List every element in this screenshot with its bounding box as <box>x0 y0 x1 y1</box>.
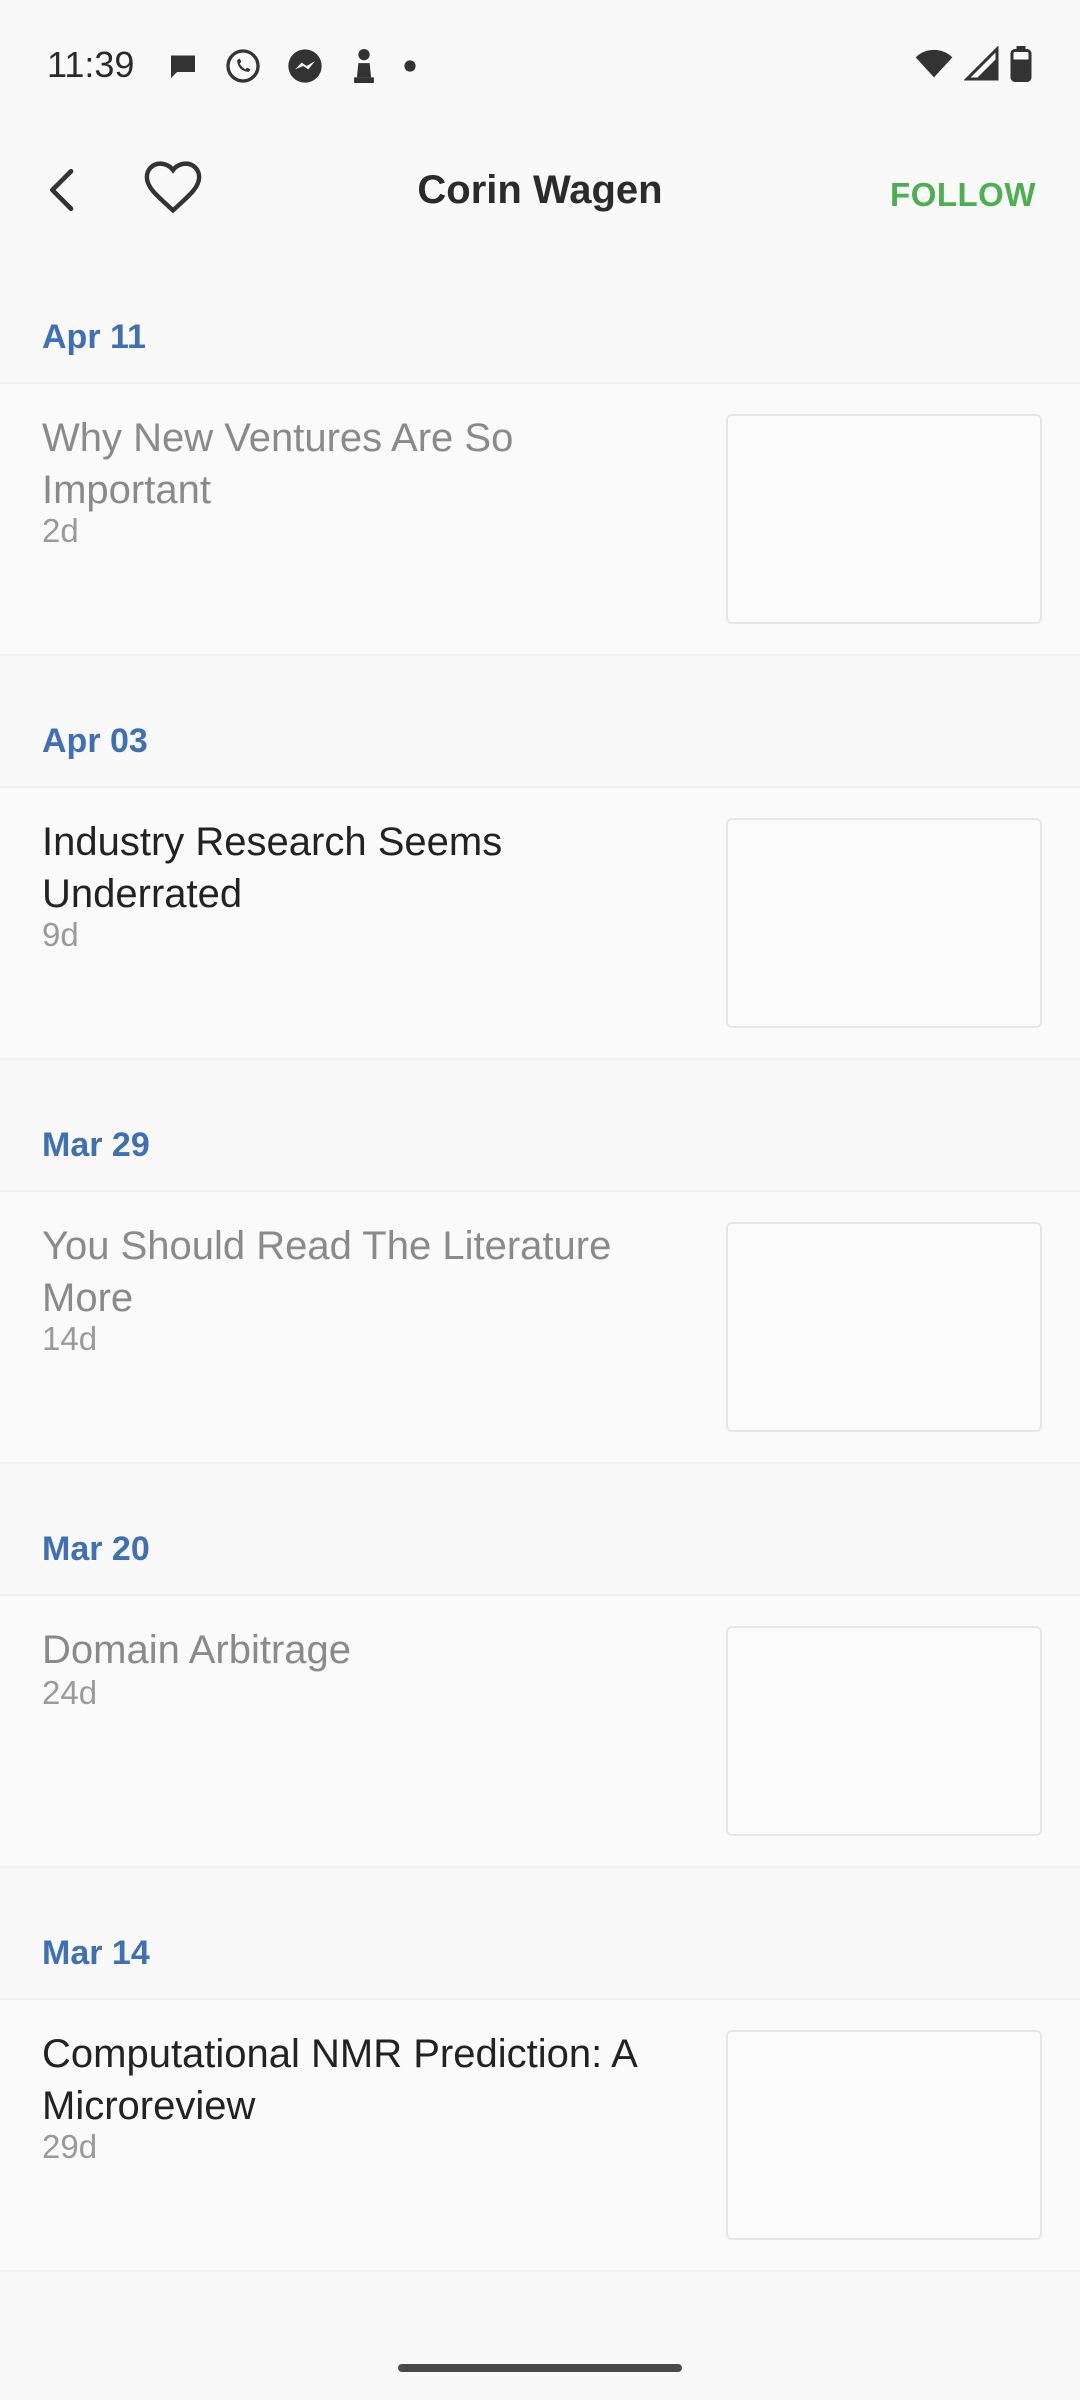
article-card[interactable]: Computational NMR Prediction: A Microrev… <box>0 1998 1080 2272</box>
article-card[interactable]: Why New Ventures Are So Important 2d <box>0 382 1080 656</box>
app-bar: Corin Wagen FOLLOW <box>0 140 1080 240</box>
article-card[interactable]: Domain Arbitrage 24d <box>0 1594 1080 1868</box>
wifi-icon <box>915 49 953 78</box>
article-thumbnail <box>726 2030 1042 2240</box>
date-group: Mar 20 Domain Arbitrage 24d <box>0 1512 1080 1916</box>
article-title: Computational NMR Prediction: A Microrev… <box>42 2032 636 2128</box>
signal-icon <box>964 46 999 81</box>
date-group: Mar 29 You Should Read The Literature Mo… <box>0 1108 1080 1512</box>
article-card[interactable]: Industry Research Seems Underrated 9d <box>0 786 1080 1060</box>
article-age: 2d <box>42 512 79 549</box>
system-icons <box>914 46 1032 82</box>
article-card[interactable]: You Should Read The Literature More 14d <box>0 1190 1080 1464</box>
article-age: 9d <box>42 916 79 953</box>
date-header: Apr 11 <box>42 318 146 356</box>
article-title: Why New Ventures Are So Important <box>42 416 514 512</box>
article-thumbnail <box>726 1222 1042 1432</box>
date-group: Mar 14 Computational NMR Prediction: A M… <box>0 1916 1080 2320</box>
messenger-icon <box>288 49 322 83</box>
home-indicator[interactable] <box>398 2364 682 2372</box>
dot-icon <box>404 60 416 72</box>
date-header: Mar 14 <box>42 1934 150 1972</box>
article-age: 24d <box>42 1674 98 1711</box>
date-group: Apr 03 Industry Research Seems Underrate… <box>0 704 1080 1108</box>
article-age: 14d <box>42 1320 98 1357</box>
article-age: 29d <box>42 2128 98 2165</box>
article-feed: Apr 11 Why New Ventures Are So Important… <box>0 300 1080 2320</box>
chat-bubble-icon <box>171 55 195 78</box>
article-thumbnail <box>726 1626 1042 1836</box>
date-header: Apr 03 <box>42 722 148 760</box>
article-thumbnail <box>726 414 1042 624</box>
status-bar: 11:39 <box>0 0 1080 130</box>
whatsapp-icon <box>226 49 260 83</box>
article-title: Domain Arbitrage <box>42 1628 352 1672</box>
follow-button[interactable]: FOLLOW <box>890 176 1036 214</box>
article-title: Industry Research Seems Underrated <box>42 820 503 916</box>
date-header: Mar 29 <box>42 1126 150 1164</box>
notification-icons <box>165 46 417 86</box>
article-thumbnail <box>726 818 1042 1028</box>
status-time: 11:39 <box>47 44 135 85</box>
battery-icon <box>1010 46 1032 82</box>
date-header: Mar 20 <box>42 1530 150 1568</box>
article-title: You Should Read The Literature More <box>42 1224 612 1320</box>
date-group: Apr 11 Why New Ventures Are So Important… <box>0 300 1080 704</box>
chess-pawn-icon <box>354 49 374 83</box>
